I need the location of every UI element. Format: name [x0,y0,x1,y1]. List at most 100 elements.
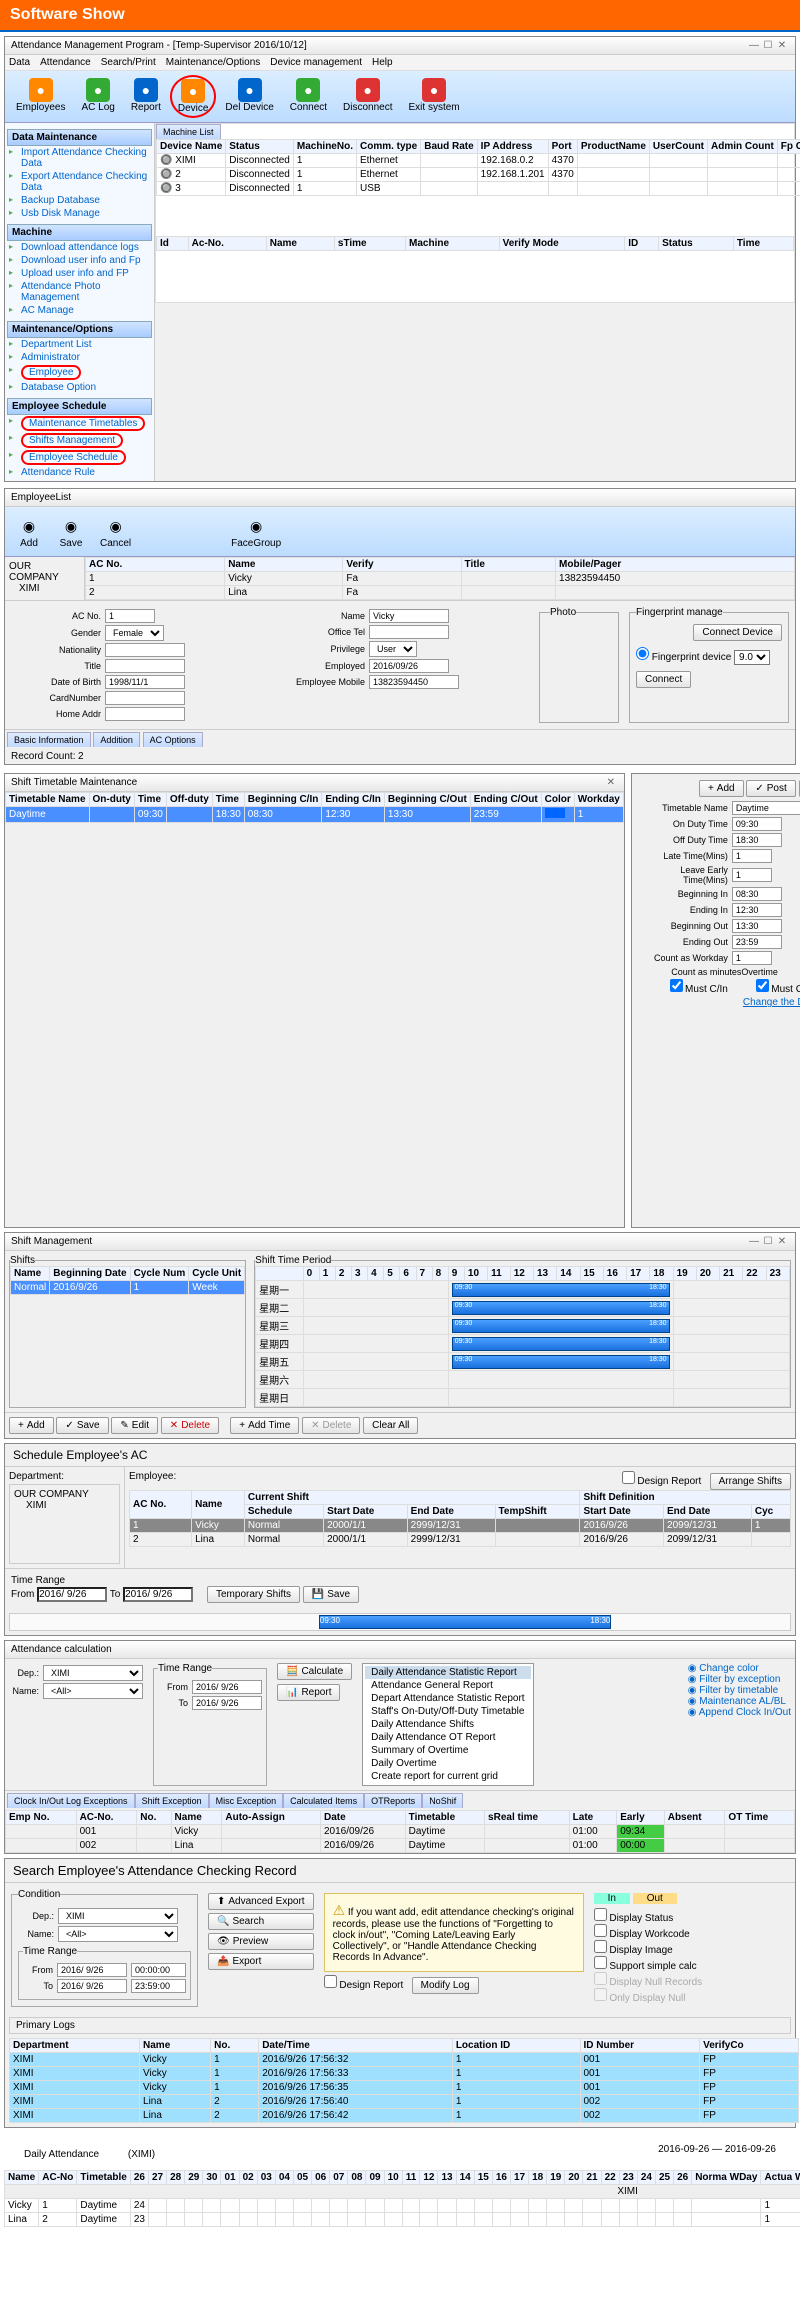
bin-input[interactable] [732,887,782,901]
calc-tab[interactable]: Shift Exception [135,1793,209,1808]
change-color-link[interactable]: Change the Display Color [743,997,800,1008]
side-hdr[interactable]: Machine [7,224,152,241]
shift-add-button[interactable]: + Add [9,1417,54,1434]
report-menu-item[interactable]: Summary of Overtime [365,1744,530,1757]
calc-tab[interactable]: OTReports [364,1793,422,1808]
disconnect-button[interactable]: ●Disconnect [336,75,399,118]
calculate-button[interactable]: 🧮 Calculate [277,1663,352,1680]
dept-node[interactable]: XIMI [9,583,80,594]
home-input[interactable] [105,707,185,721]
save-schedule-button[interactable]: 💾 Save [303,1586,359,1603]
schedule-grid[interactable]: AC No.NameCurrent ShiftShift DefinitionS… [129,1490,791,1547]
calc-link[interactable]: ◉ Filter by timetable [688,1685,791,1696]
ein-input[interactable] [732,903,782,917]
calc-from-input[interactable] [192,1680,262,1694]
menu-searchprint[interactable]: Search/Print [101,57,156,68]
side-item[interactable]: Download user info and Fp [7,254,152,267]
log-grid[interactable]: DepartmentNameNo.Date/TimeLocation IDID … [9,2038,799,2123]
side-item[interactable]: Usb Disk Manage [7,207,152,220]
calc-name-select[interactable]: <All> [43,1683,143,1699]
tn-input[interactable] [732,801,800,815]
menubar[interactable]: DataAttendanceSearch/PrintMaintenance/Op… [5,55,795,71]
search-opt-check[interactable] [594,1956,607,1969]
offdt-input[interactable] [732,833,782,847]
from-date[interactable] [37,1587,107,1602]
fp-device-radio[interactable] [636,647,649,660]
export-button[interactable]: 📤 Export [208,1953,314,1970]
company-tree[interactable]: OUR COMPANY [14,1489,115,1500]
bout-input[interactable] [732,919,782,933]
report-button[interactable]: 📊 Report [277,1684,340,1701]
eout-input[interactable] [732,935,782,949]
machine-grid[interactable]: Device NameStatusMachineNo.Comm. typeBau… [156,139,800,196]
s-from-date[interactable] [57,1963,127,1977]
tab-addition[interactable]: Addition [93,732,140,747]
shift-edit-button[interactable]: ✎ Edit [111,1417,158,1434]
report-menu-item[interactable]: Depart Attendance Statistic Report [365,1692,530,1705]
menu-maintenanceoptions[interactable]: Maintenance/Options [166,57,261,68]
s-to-date[interactable] [57,1979,127,1993]
calc-tab[interactable]: Misc Exception [209,1793,284,1808]
search-opt-check[interactable] [594,1924,607,1937]
lower-grid[interactable]: IdAc-No.NamesTimeMachineVerify ModeIDSta… [156,236,794,251]
fp-ver-select[interactable]: 9.0 [734,650,770,665]
side-hdr[interactable]: Data Maintenance [7,129,152,146]
post-button[interactable]: ✓ Post [746,780,795,797]
calc-tab[interactable]: Calculated Items [283,1793,364,1808]
company-node[interactable]: OUR COMPANY [9,561,80,583]
employed-input[interactable] [369,659,449,673]
side-hdr[interactable]: Maintenance/Options [7,321,152,338]
search-opts[interactable]: Display Status Display Workcode Display … [594,1908,703,2004]
connect-device-button[interactable]: Connect Device [693,624,782,641]
side-item[interactable]: Upload user info and FP [7,267,152,280]
search-opt-check[interactable] [594,1908,607,1921]
design-check[interactable] [622,1471,635,1484]
side-item[interactable]: Database Option [7,381,152,394]
emp-tb-cancel[interactable]: ◉Cancel [93,511,138,552]
side-item[interactable]: Attendance Rule [7,466,152,479]
calc-link[interactable]: ◉ Maintenance AL/BL [688,1696,791,1707]
menu-data[interactable]: Data [9,57,30,68]
deltime-button[interactable]: ✕ Delete [302,1417,360,1434]
side-item[interactable]: Employee Schedule [7,449,152,466]
acno-input[interactable] [105,609,155,623]
dob-input[interactable] [105,675,185,689]
to-date[interactable] [123,1587,193,1602]
preview-button[interactable]: 👁 Preview [208,1933,314,1950]
report-menu-item[interactable]: Daily Attendance Shifts [365,1718,530,1731]
cwd-input[interactable] [732,951,772,965]
side-item[interactable]: Employee [7,364,152,381]
menu-help[interactable]: Help [372,57,393,68]
calc-links[interactable]: ◉ Change color◉ Filter by exception◉ Fil… [688,1663,791,1786]
emp-tb-save[interactable]: ◉Save [51,511,91,552]
tempshifts-button[interactable]: Temporary Shifts [207,1586,300,1603]
emp-tb-facegroup[interactable]: ◉FaceGroup [224,511,288,552]
name-input[interactable] [369,609,449,623]
clearall-button[interactable]: Clear All [363,1417,418,1434]
side-item[interactable]: Department List [7,338,152,351]
close-icon[interactable]: ✕ [775,1236,789,1247]
dept-tree[interactable]: XIMI [14,1500,115,1511]
gender-select[interactable]: Female [105,625,164,641]
report-button[interactable]: ●Report [124,75,168,118]
connect-button[interactable]: Connect [636,671,691,688]
employees-button[interactable]: ●Employees [9,75,72,118]
report-menu-item[interactable]: Daily Attendance Statistic Report [365,1666,530,1679]
calc-dep-select[interactable]: XIMI [43,1665,143,1681]
ondt-input[interactable] [732,817,782,831]
exit-button[interactable]: ●Exit system [402,75,467,118]
deldevice-button[interactable]: ●Del Device [218,75,280,118]
late-input[interactable] [732,849,772,863]
add-button[interactable]: + Add [699,780,744,797]
side-item[interactable]: Backup Database [7,194,152,207]
s-to-time[interactable] [131,1979,186,1993]
design-report-check[interactable] [324,1975,337,1988]
side-item[interactable]: Import Attendance Checking Data [7,146,152,170]
menu-devicemanagement[interactable]: Device management [270,57,362,68]
search-opt-check[interactable] [594,1940,607,1953]
window-controls[interactable]: —☐✕ [747,40,789,51]
mustcout-check[interactable] [756,979,769,992]
side-item[interactable]: AC Manage [7,304,152,317]
report-menu[interactable]: Daily Attendance Statistic ReportAttenda… [362,1663,533,1786]
side-item[interactable]: Download attendance logs [7,241,152,254]
